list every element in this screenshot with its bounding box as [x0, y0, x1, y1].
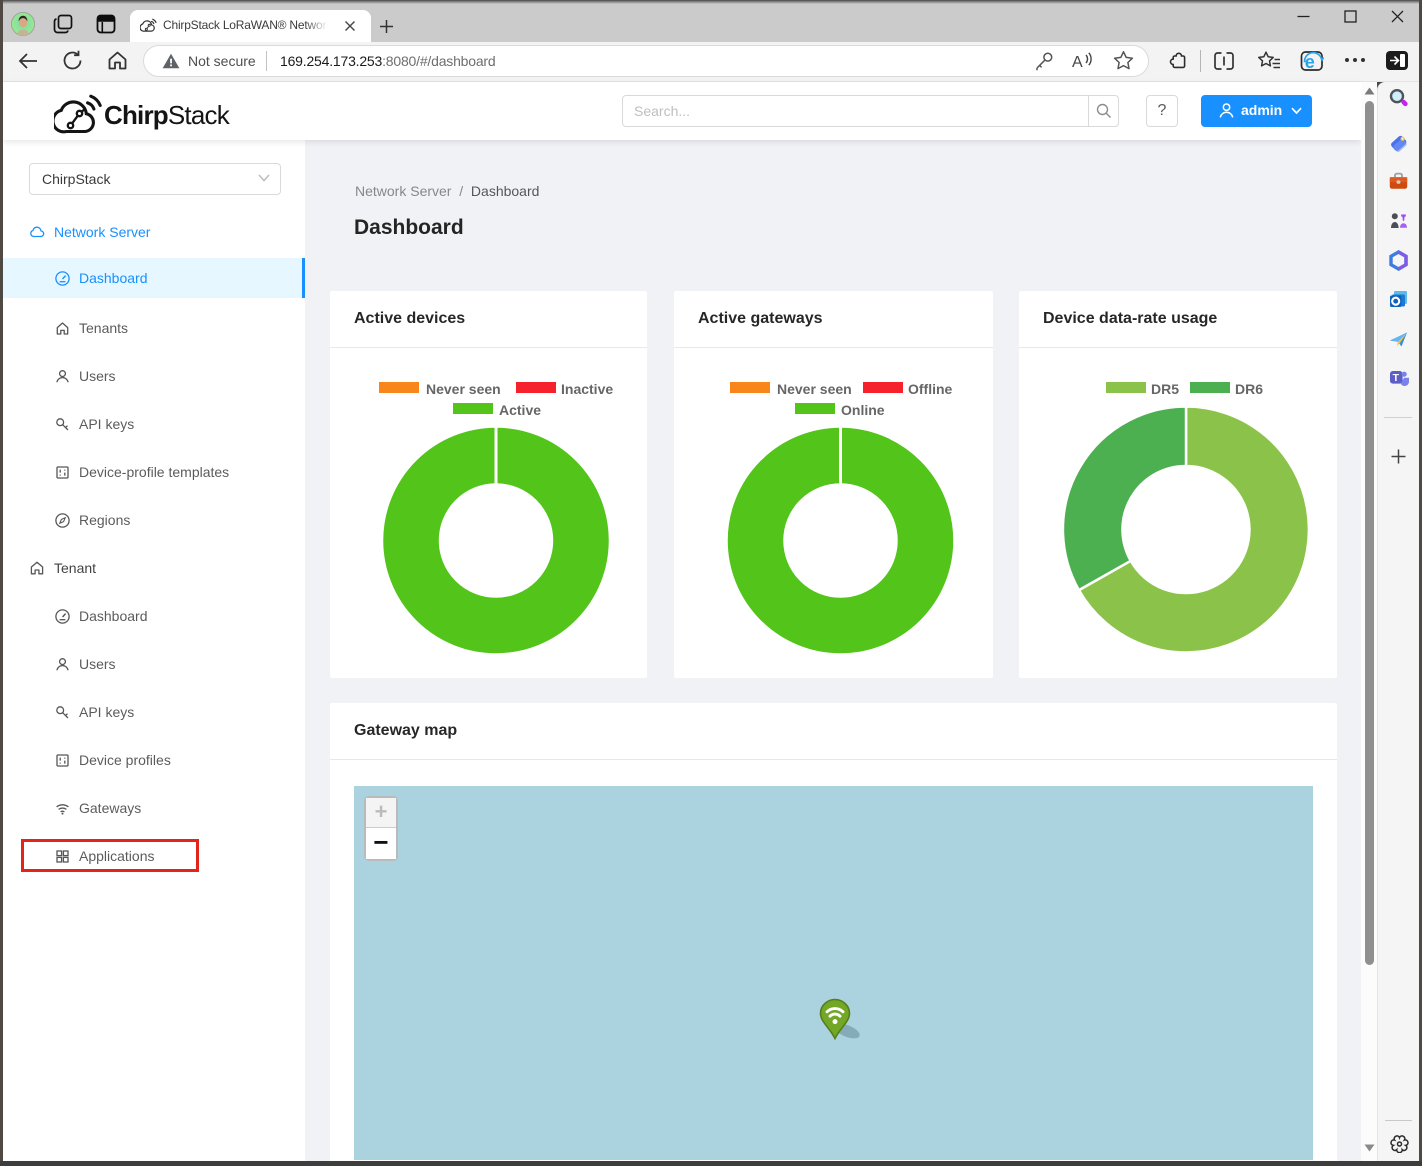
svg-text:T: T: [1393, 372, 1400, 384]
svg-text:A: A: [1072, 54, 1083, 71]
